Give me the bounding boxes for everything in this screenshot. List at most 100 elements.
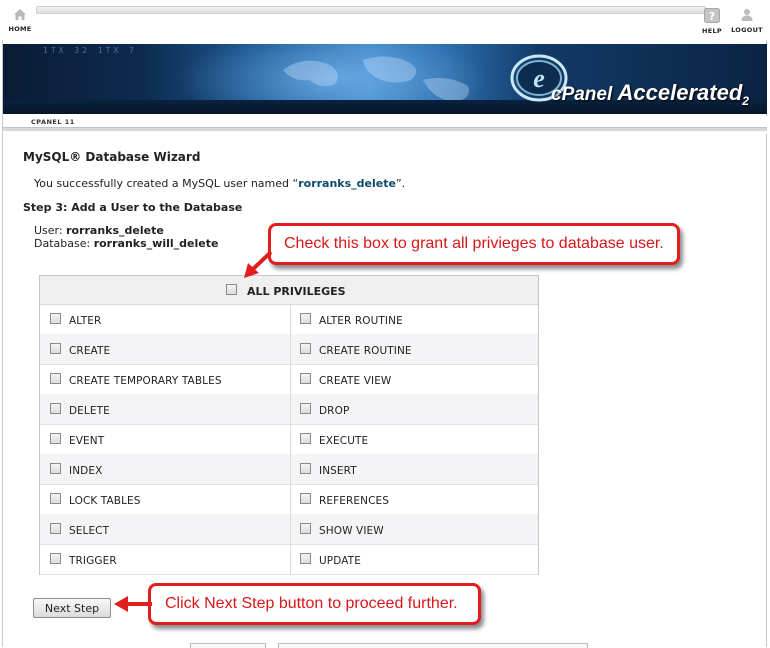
cpanel-logo-text: cPanel Accelerated2	[551, 80, 749, 108]
privilege-checkbox-create-temporary-tables[interactable]	[50, 373, 61, 384]
privilege-checkbox-create-view[interactable]	[300, 373, 311, 384]
privilege-cell-alter: ALTER	[40, 304, 288, 334]
user-value: rorranks_delete	[66, 224, 164, 237]
privilege-checkbox-event[interactable]	[50, 433, 61, 444]
privilege-checkbox-create[interactable]	[50, 343, 61, 354]
cpanel-banner: 1TX 32 1TX 7 e cPanel Accelerated2	[3, 44, 767, 114]
logo-main: Accelerated	[617, 80, 743, 105]
privilege-row: EVENT EXECUTE	[40, 424, 538, 455]
home-icon	[14, 9, 26, 20]
privilege-label: INSERT	[319, 465, 357, 477]
step-title: Step 3: Add a User to the Database	[23, 201, 243, 214]
privilege-row: CREATE TEMPORARY TABLES CREATE VIEW	[40, 364, 538, 395]
privilege-checkbox-lock-tables[interactable]	[50, 493, 61, 504]
column-divider	[290, 304, 291, 574]
privilege-checkbox-update[interactable]	[300, 553, 311, 564]
privilege-label: ALTER	[69, 315, 102, 327]
user-icon	[741, 9, 753, 21]
cropped-element	[278, 643, 588, 648]
privilege-label: SHOW VIEW	[319, 525, 384, 537]
privilege-checkbox-drop[interactable]	[300, 403, 311, 414]
success-prefix: You successfully created a MySQL user na…	[34, 177, 299, 190]
privilege-label: CREATE ROUTINE	[319, 345, 412, 357]
success-message: You successfully created a MySQL user na…	[34, 177, 405, 190]
tab-cpanel-11[interactable]: CPANEL 11	[23, 118, 83, 126]
privilege-label: TRIGGER	[69, 555, 117, 567]
user-label: User:	[34, 224, 63, 237]
database-label: Database:	[34, 237, 91, 250]
all-privileges-callout-text: Check this box to grant all privieges to…	[284, 235, 664, 252]
callout-arrow-icon	[114, 596, 152, 612]
privilege-label: ALTER ROUTINE	[319, 315, 403, 327]
privilege-row: SELECT SHOW VIEW	[40, 514, 538, 545]
logo-version: 2	[742, 93, 749, 108]
home-button[interactable]: HOME	[0, 8, 40, 33]
tab-bar: CPANEL 11	[3, 116, 767, 134]
privilege-label: LOCK TABLES	[69, 495, 141, 507]
user-info-line: User: rorranks_delete	[34, 224, 164, 237]
help-label: HELP	[702, 27, 722, 35]
privilege-row: ALTER ALTER ROUTINE	[40, 304, 538, 335]
top-nav-bar: HOME ? HELP LOGOUT	[0, 0, 770, 40]
database-value: rorranks_will_delete	[93, 237, 219, 250]
cpanel-logo: e cPanel Accelerated2	[507, 50, 767, 110]
privilege-row: CREATE CREATE ROUTINE	[40, 334, 538, 365]
svg-text:?: ?	[709, 10, 715, 23]
next-step-callout: Click Next Step button to proceed furthe…	[148, 583, 481, 625]
privilege-checkbox-create-routine[interactable]	[300, 343, 311, 354]
privilege-cell-index: INDEX	[40, 454, 288, 484]
privilege-cell-execute: EXECUTE	[290, 424, 538, 454]
privilege-checkbox-alter[interactable]	[50, 313, 61, 324]
home-label: HOME	[8, 25, 32, 33]
privilege-label: DROP	[319, 405, 350, 417]
privilege-cell-create-view: CREATE VIEW	[290, 364, 538, 394]
privilege-cell-update: UPDATE	[290, 544, 538, 574]
privilege-row: INDEX INSERT	[40, 454, 538, 485]
privileges-table: ALL PRIVILEGES ALTER ALTER ROUTINE CREATE C…	[39, 275, 539, 575]
privilege-label: CREATE TEMPORARY TABLES	[69, 375, 222, 387]
tab-bar-line	[3, 127, 767, 131]
privilege-label: UPDATE	[319, 555, 361, 567]
privilege-label: CREATE VIEW	[319, 375, 392, 387]
privilege-label: INDEX	[69, 465, 103, 477]
help-icon: ?	[704, 8, 720, 23]
privilege-label: REFERENCES	[319, 495, 390, 507]
privilege-cell-create: CREATE	[40, 334, 288, 364]
next-step-callout-text: Click Next Step button to proceed furthe…	[165, 595, 458, 612]
page-title: MySQL® Database Wizard	[23, 150, 201, 164]
help-button[interactable]: ? HELP	[692, 8, 732, 35]
privilege-cell-lock-tables: LOCK TABLES	[40, 484, 288, 514]
success-suffix: ”.	[395, 177, 406, 190]
all-privileges-label: ALL PRIVILEGES	[247, 285, 346, 298]
logout-label: LOGOUT	[731, 26, 763, 34]
privilege-cell-create-temporary-tables: CREATE TEMPORARY TABLES	[40, 364, 288, 394]
privilege-checkbox-references[interactable]	[300, 493, 311, 504]
logout-button[interactable]: LOGOUT	[727, 8, 767, 34]
privilege-label: DELETE	[69, 405, 110, 417]
next-step-button[interactable]: Next Step	[33, 598, 111, 618]
logo-prefix: cPanel	[551, 84, 613, 105]
privilege-row: TRIGGER UPDATE	[40, 544, 538, 575]
privilege-checkbox-index[interactable]	[50, 463, 61, 474]
privilege-checkbox-insert[interactable]	[300, 463, 311, 474]
privilege-cell-event: EVENT	[40, 424, 288, 454]
cropped-element	[190, 643, 266, 648]
all-privileges-callout: Check this box to grant all privieges to…	[268, 223, 680, 265]
all-privileges-row: ALL PRIVILEGES	[40, 276, 538, 305]
privilege-cell-select: SELECT	[40, 514, 288, 544]
privilege-cell-references: REFERENCES	[290, 484, 538, 514]
privilege-label: CREATE	[69, 345, 111, 357]
privilege-row: DELETE DROP	[40, 394, 538, 425]
privilege-checkbox-alter-routine[interactable]	[300, 313, 311, 324]
privilege-checkbox-select[interactable]	[50, 523, 61, 534]
privilege-cell-alter-routine: ALTER ROUTINE	[290, 304, 538, 334]
all-privileges-checkbox[interactable]	[226, 284, 237, 295]
privilege-checkbox-trigger[interactable]	[50, 553, 61, 564]
privilege-cell-delete: DELETE	[40, 394, 288, 424]
privilege-checkbox-delete[interactable]	[50, 403, 61, 414]
svg-text:e: e	[533, 64, 545, 93]
privilege-cell-drop: DROP	[290, 394, 538, 424]
privilege-checkbox-show-view[interactable]	[300, 523, 311, 534]
privilege-checkbox-execute[interactable]	[300, 433, 311, 444]
callout-arrow-icon	[244, 250, 273, 278]
